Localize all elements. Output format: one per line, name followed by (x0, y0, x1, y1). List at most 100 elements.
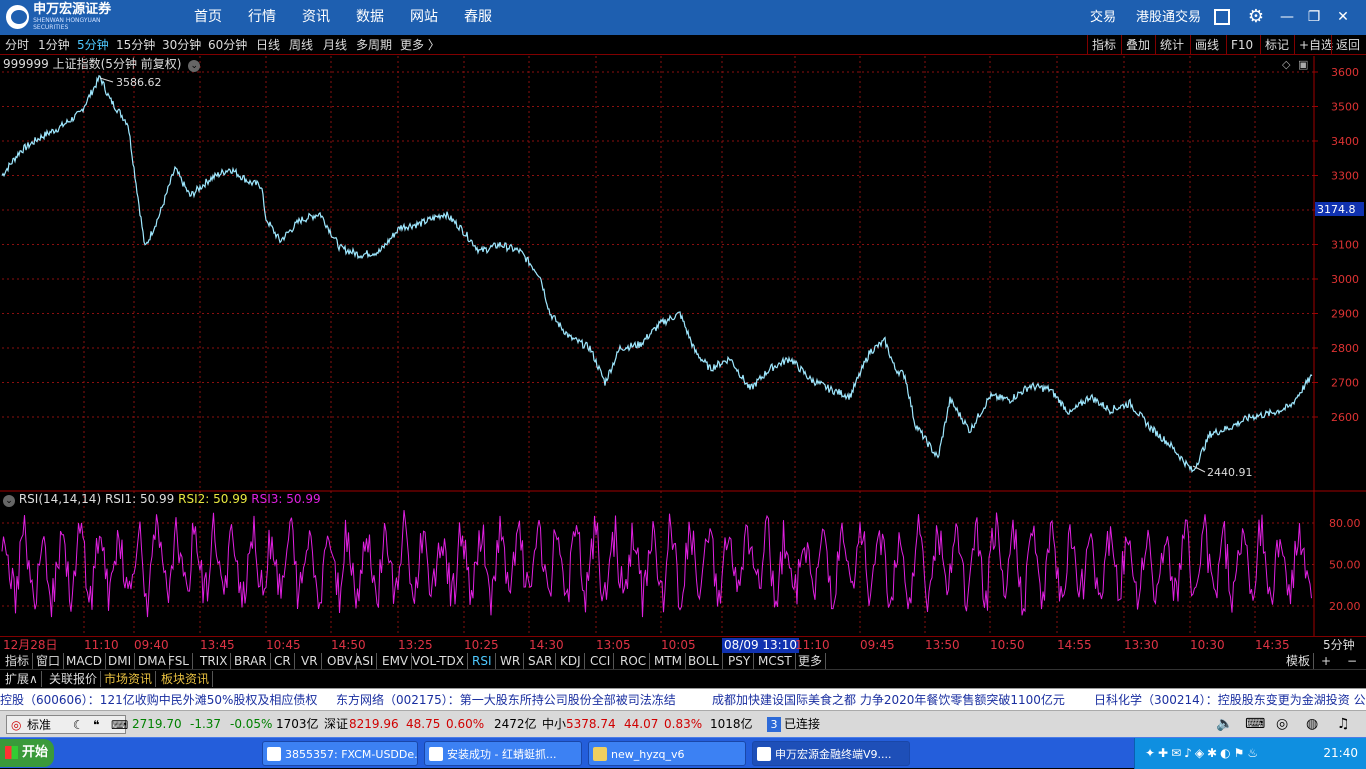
indicator-tab-窗口[interactable]: 窗口 (33, 653, 65, 669)
mode-switcher[interactable]: 标准 ◎ ☾ ❝ ⌨ (6, 715, 128, 735)
nav-website[interactable]: 网站 (410, 0, 438, 35)
indicator-tab-macd[interactable]: MACD (63, 653, 106, 669)
rsi-toggle-icon[interactable]: ⌄ (3, 495, 15, 507)
tab-related-quotes[interactable]: 关联报价 (46, 671, 102, 687)
indicator-tab-trix[interactable]: TRIX (197, 653, 232, 669)
taskbar-item-terminal[interactable]: 申万宏源金融终端V9.... (752, 741, 910, 766)
add-window-button[interactable]: + (1318, 653, 1334, 669)
current-price-tag: 3174.8 (1315, 202, 1364, 216)
time-axis-label: 14:55 (1057, 638, 1092, 652)
period-timeshare[interactable]: 分时 (5, 35, 29, 55)
bell-icon[interactable]: ♫ (1337, 711, 1350, 738)
tab-market-news[interactable]: 市场资讯 (101, 671, 157, 687)
price-line (1, 74, 1313, 473)
sz-index-value[interactable]: 8219.96 (349, 711, 399, 738)
period-month[interactable]: 月线 (323, 35, 347, 55)
tool-statistics[interactable]: 统计 (1155, 35, 1184, 55)
app-icon (267, 747, 281, 761)
tool-indicator[interactable]: 指标 (1087, 35, 1116, 55)
period-more[interactable]: 更多 〉 (400, 35, 440, 55)
search-icon[interactable]: ◎ (1276, 711, 1288, 738)
indicator-tab-mcst[interactable]: MCST (755, 653, 796, 669)
indicator-tab-dmi[interactable]: DMI (105, 653, 136, 669)
panel-icon[interactable]: ▣ (1298, 58, 1308, 71)
keyboard-icon[interactable]: ⌨ (111, 716, 128, 735)
moon-icon[interactable]: ☾ (73, 716, 84, 735)
tool-back[interactable]: 返回 (1331, 35, 1360, 55)
grid-icon[interactable] (1214, 9, 1230, 25)
hk-trade-link[interactable]: 港股通交易 (1136, 0, 1201, 35)
rsi2-value: RSI2: 50.99 (178, 492, 248, 506)
connection-status[interactable]: 已连接 (784, 711, 820, 738)
ticker-item[interactable]: 东方网络（002175）：第一大股东所持公司股份全部被司法冻结 (336, 689, 676, 710)
indicator-tab-sar[interactable]: SAR (525, 653, 557, 669)
tray-icons[interactable]: ✦✚✉♪◈✱◐⚑♨ (1145, 746, 1261, 760)
lock-icon[interactable]: ◍ (1306, 711, 1318, 738)
close-icon[interactable]: ✕ (1334, 8, 1352, 26)
indicator-tab-fsl[interactable]: FSL (165, 653, 193, 669)
nav-quotes[interactable]: 行情 (248, 0, 276, 35)
start-button[interactable]: 开始 (0, 739, 54, 767)
indicator-tab-vr[interactable]: VR (298, 653, 322, 669)
indicator-tab-wr[interactable]: WR (497, 653, 525, 669)
template-button[interactable]: 模板 (1283, 653, 1315, 669)
nav-home[interactable]: 首页 (194, 0, 222, 35)
period-week[interactable]: 周线 (289, 35, 313, 55)
restore-icon[interactable]: ❐ (1305, 8, 1323, 26)
taskbar-item-install[interactable]: 安装成功 - 红蜻蜓抓... (424, 741, 582, 766)
sh-amount: 1703亿 (276, 717, 319, 731)
indicator-tab-cci[interactable]: CCI (587, 653, 615, 669)
sh-index-value[interactable]: 2719.70 (132, 711, 182, 738)
speaker-icon[interactable]: 🔈 (1216, 711, 1233, 738)
indicator-tab-vol-tdx[interactable]: VOL-TDX (409, 653, 468, 669)
period-30min[interactable]: 30分钟 (162, 35, 201, 55)
remove-window-button[interactable]: − (1344, 653, 1360, 669)
diamond-icon[interactable]: ◇ (1282, 58, 1290, 71)
tab-sector-news[interactable]: 板块资讯 (158, 671, 214, 687)
tool-f10[interactable]: F10 (1226, 35, 1253, 55)
nav-service[interactable]: 舂服 (464, 0, 492, 35)
indicator-tab-emv[interactable]: EMV (379, 653, 413, 669)
zx-amount: 1018亿 (710, 717, 753, 731)
indicator-tab-mtm[interactable]: MTM (651, 653, 687, 669)
settings-gear-icon[interactable]: ⚙ (1247, 8, 1265, 26)
quote-icon[interactable]: ❝ (93, 716, 99, 735)
kline-chart[interactable]: 3600350034003300320031003000290028002700… (0, 56, 1366, 636)
tab-expand[interactable]: 扩展∧ (2, 671, 42, 687)
tool-add-watchlist[interactable]: +自选 (1294, 35, 1333, 55)
indicator-tab-roc[interactable]: ROC (617, 653, 651, 669)
ticker-item[interactable]: 日科化学（300214）：控股股东变更为金湖投资 公 (1094, 689, 1366, 710)
indicator-tab-rsi[interactable]: RSI (469, 653, 496, 669)
chevron-down-icon[interactable]: ⌄ (188, 60, 201, 72)
keyboard-icon[interactable]: ⌨ (1245, 711, 1265, 738)
period-15min[interactable]: 15分钟 (116, 35, 155, 55)
ticker-item[interactable]: 成都加快建设国际美食之都 力争2020年餐饮零售额突破1100亿元 (712, 689, 1065, 710)
time-axis-label: 10:25 (464, 638, 499, 652)
logo-icon: ◎ (11, 718, 22, 732)
indicator-tab-cr[interactable]: CR (271, 653, 295, 669)
indicator-tab-指标[interactable]: 指标 (2, 653, 34, 669)
taskbar-item-fxcm[interactable]: 3855357: FXCM-USDDe... (262, 741, 418, 766)
indicator-tab-kdj[interactable]: KDJ (557, 653, 585, 669)
indicator-tab-psy[interactable]: PSY (725, 653, 755, 669)
tool-mark[interactable]: 标记 (1260, 35, 1289, 55)
nav-news[interactable]: 资讯 (302, 0, 330, 35)
period-60min[interactable]: 60分钟 (208, 35, 247, 55)
period-1min[interactable]: 1分钟 (38, 35, 70, 55)
taskbar-item-folder[interactable]: new_hyzq_v6 (588, 741, 746, 766)
nav-data[interactable]: 数据 (356, 0, 384, 35)
indicator-tab-更多[interactable]: 更多 (795, 653, 827, 669)
tool-overlay[interactable]: 叠加 (1121, 35, 1150, 55)
indicator-tab-boll[interactable]: BOLL (685, 653, 723, 669)
period-multi[interactable]: 多周期 (356, 35, 392, 55)
period-day[interactable]: 日线 (256, 35, 280, 55)
indicator-tab-asi[interactable]: ASI (351, 653, 378, 669)
period-5min[interactable]: 5分钟 (77, 35, 109, 55)
trade-link[interactable]: 交易 (1090, 0, 1116, 35)
news-ticker[interactable]: 控股（600606）：121亿收购中民外滩50%股权及相应债权 东方网络（002… (0, 688, 1366, 710)
tool-draw[interactable]: 画线 (1190, 35, 1219, 55)
ticker-item[interactable]: 控股（600606）：121亿收购中民外滩50%股权及相应债权 (0, 689, 317, 710)
zx-index-value[interactable]: 5378.74 (566, 711, 616, 738)
indicator-tab-brar[interactable]: BRAR (231, 653, 271, 669)
minimize-icon[interactable]: — (1278, 8, 1296, 26)
